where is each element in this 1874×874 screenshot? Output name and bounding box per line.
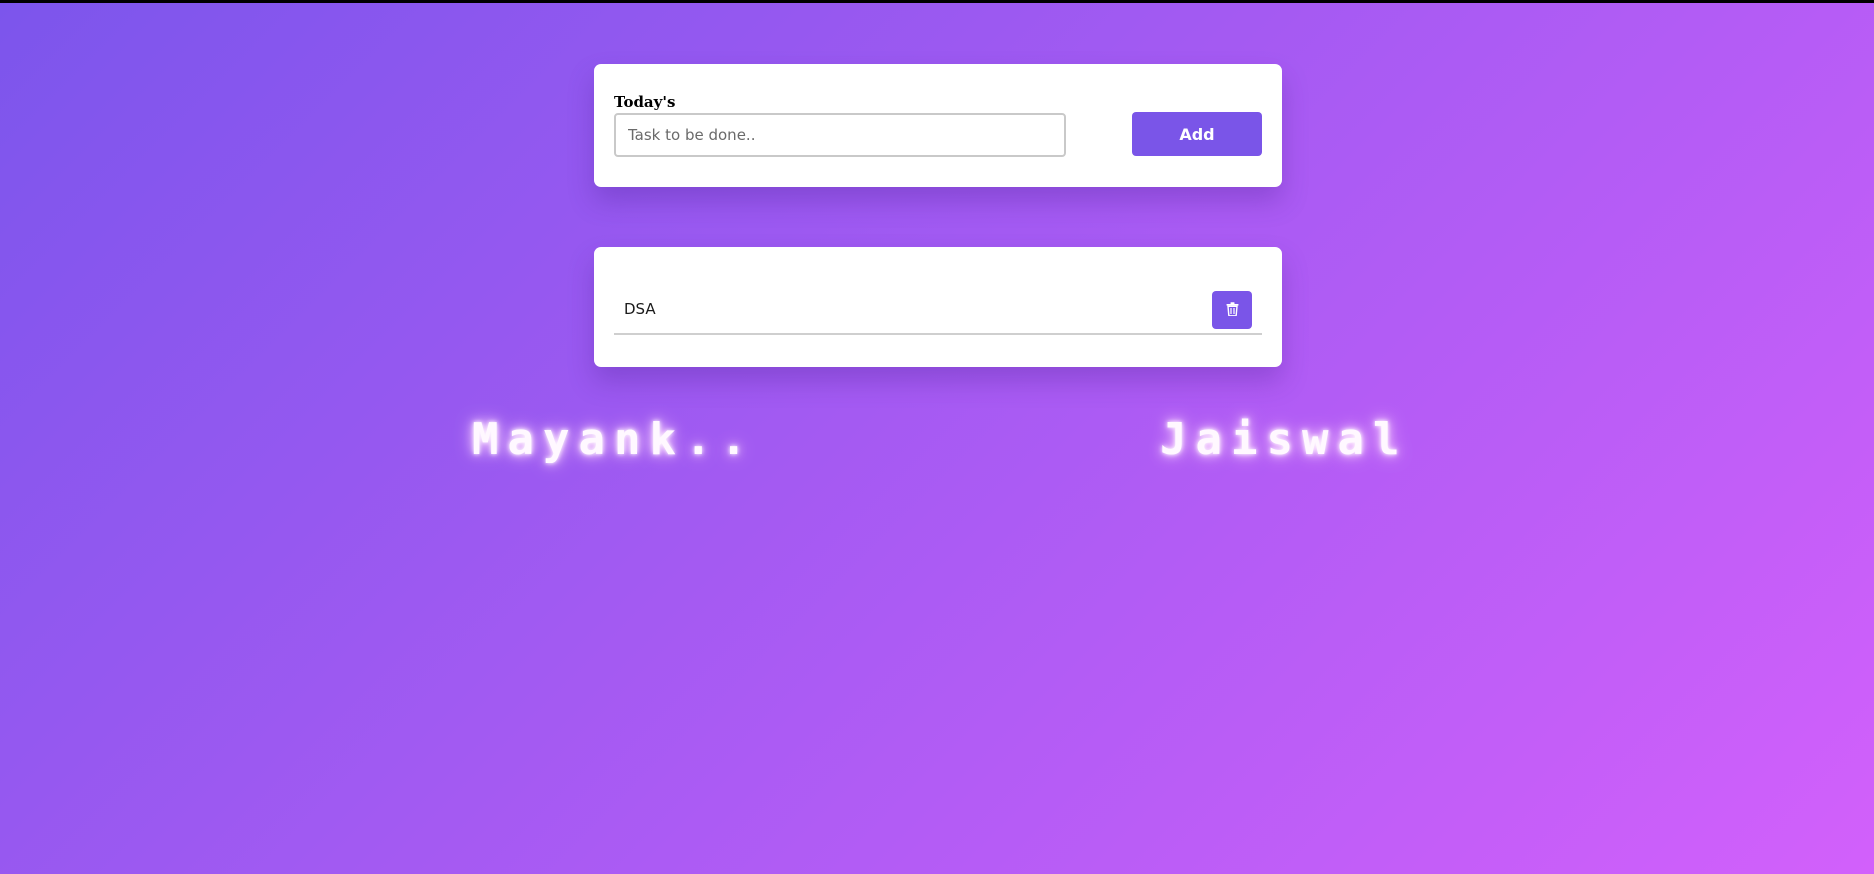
task-item: DSA: [614, 291, 1262, 335]
signature-first-name: Mayank..: [472, 414, 756, 465]
task-list-card: DSA: [594, 247, 1282, 367]
add-task-card: Today's Add: [594, 64, 1282, 187]
trash-icon: [1226, 301, 1239, 319]
todays-heading: Today's: [614, 93, 676, 111]
task-text: DSA: [624, 300, 656, 318]
add-button[interactable]: Add: [1132, 112, 1262, 156]
task-input[interactable]: [614, 113, 1066, 157]
delete-button[interactable]: [1212, 291, 1252, 329]
top-border: [0, 0, 1874, 3]
signature-last-name: Jaiswal: [1160, 414, 1409, 465]
